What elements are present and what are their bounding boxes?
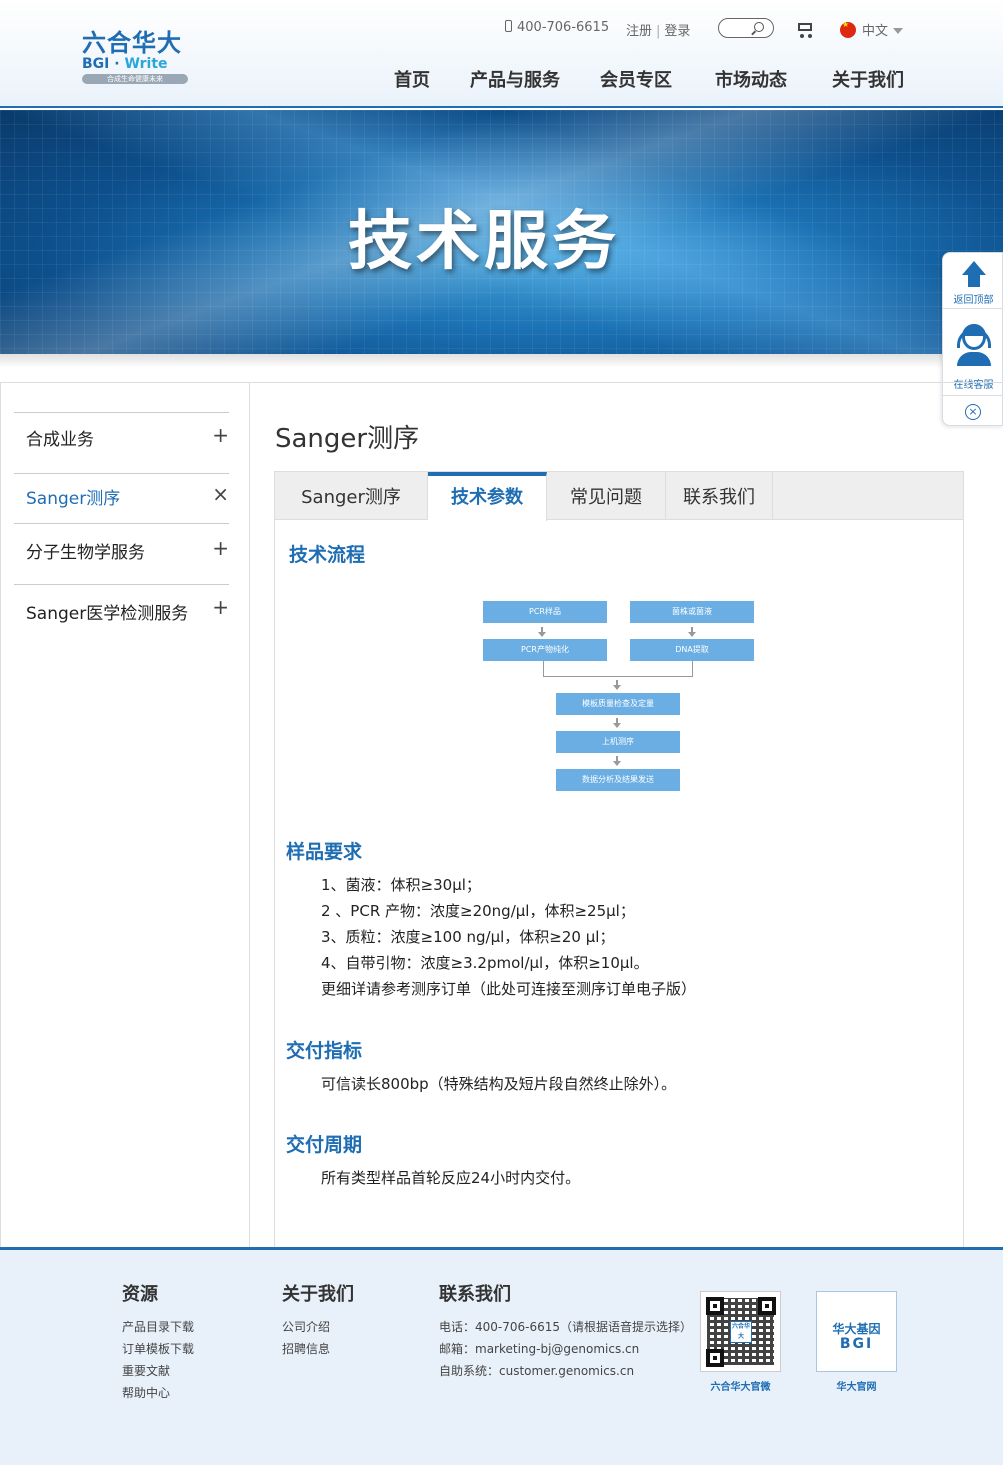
tab-sanger[interactable]: Sanger测序 xyxy=(275,472,428,520)
logo-write: Write xyxy=(124,56,168,72)
section-title-delivery: 交付指标 xyxy=(286,1040,363,1062)
footer-self-service[interactable]: 自助系统：customer.genomics.cn xyxy=(439,1362,634,1379)
footer-link-catalog[interactable]: 产品目录下载 xyxy=(122,1318,194,1335)
back-to-top-button[interactable]: 返回顶部 xyxy=(943,253,1003,309)
flow-step-pcr-purify: PCR产物纯化 xyxy=(483,639,607,661)
bgi-logo-en: BGI xyxy=(839,1336,874,1352)
arrow-down-icon xyxy=(613,756,621,766)
bgi-logo[interactable]: 华大基因 BGI xyxy=(816,1291,897,1372)
section-title-sample: 样品要求 xyxy=(286,841,363,863)
sample-requirement-line: 4、自带引物：浓度≥3.2pmol/μl，体积≥10μl。 xyxy=(321,954,649,972)
footer-contact-title: 联系我们 xyxy=(439,1284,511,1305)
logo-bgi: BGI xyxy=(82,56,110,72)
arrow-down-icon xyxy=(613,680,621,690)
customer-service-icon xyxy=(955,322,993,366)
flow-step-dna-extract: DNA提取 xyxy=(630,639,754,661)
close-icon[interactable]: × xyxy=(212,482,229,506)
sidebar-item-medical[interactable]: Sanger医学检测服务 + xyxy=(14,584,229,634)
flow-step-sequencing: 上机测序 xyxy=(556,731,680,753)
register-link[interactable]: 注册 xyxy=(626,24,652,39)
section-title-process: 技术流程 xyxy=(289,544,366,566)
sidebar-item-label: 分子生物学服务 xyxy=(26,543,145,563)
footer-phone: 电话：400-706-6615（请根据语音提示选择） xyxy=(439,1320,693,1334)
delivery-text: 可信读长800bp（特殊结构及短片段自然终止除外）。 xyxy=(321,1075,677,1093)
arrow-up-icon xyxy=(962,261,986,275)
tab-faq[interactable]: 常见问题 xyxy=(547,472,666,520)
sidebar-item-molecular[interactable]: 分子生物学服务 + xyxy=(14,523,229,583)
tab-contact[interactable]: 联系我们 xyxy=(666,472,773,520)
sidebar-item-label: 合成业务 xyxy=(26,430,94,450)
footer-about-title: 关于我们 xyxy=(282,1284,354,1305)
flow-step-pcr-sample: PCR样品 xyxy=(483,601,607,623)
content-panel: Sanger测序 技术参数 常见问题 联系我们 xyxy=(274,471,964,1248)
nav-market[interactable]: 市场动态 xyxy=(715,66,787,92)
flow-step-strain: 菌株或菌液 xyxy=(630,601,754,623)
qr-caption: 六合华大官微 xyxy=(710,1382,771,1393)
language-select[interactable]: 中文 xyxy=(840,20,904,40)
floating-toolbar: 返回顶部 在线客服 × xyxy=(942,252,1003,426)
sidebar-item-label: Sanger测序 xyxy=(26,489,121,509)
search-icon[interactable] xyxy=(754,22,764,32)
footer-link-help[interactable]: 帮助中心 xyxy=(122,1384,170,1401)
nav-products[interactable]: 产品与服务 xyxy=(470,66,560,92)
tab-bar: Sanger测序 技术参数 常见问题 联系我们 xyxy=(275,472,963,521)
footer-email[interactable]: 邮箱：marketing-bj@genomics.cn xyxy=(439,1340,639,1357)
china-flag-icon xyxy=(840,20,856,38)
cycle-text: 所有类型样品首轮反应24小时内交付。 xyxy=(321,1169,581,1187)
phone-icon xyxy=(505,20,512,32)
online-service-label: 在线客服 xyxy=(953,380,994,391)
flow-step-analysis: 数据分析及结果发送 xyxy=(556,769,680,791)
phone-text: 400-706-6615 xyxy=(517,20,610,35)
sidebar-item-synthesis[interactable]: 合成业务 + xyxy=(14,412,229,472)
close-icon[interactable]: × xyxy=(965,404,981,420)
online-service-button[interactable]: 在线客服 xyxy=(943,310,1003,396)
chevron-down-icon xyxy=(893,28,904,34)
site-logo[interactable]: 六合华大 BGI · Write 合成生命健康未来 xyxy=(82,30,192,88)
login-link[interactable]: 登录 xyxy=(664,24,690,39)
tab-tech-params[interactable]: 技术参数 xyxy=(428,472,547,521)
bgi-caption[interactable]: 华大官网 xyxy=(816,1378,897,1393)
site-header: 六合华大 BGI · Write 合成生命健康未来 400-706-6615 注… xyxy=(0,0,1003,108)
banner-title: 技术服务 xyxy=(348,205,620,279)
site-footer: 资源 产品目录下载 订单模板下载 重要文献 帮助中心 关于我们 公司介绍 招聘信… xyxy=(0,1247,1003,1465)
footer-link-literature[interactable]: 重要文献 xyxy=(122,1362,170,1379)
logo-en-text: BGI · Write xyxy=(82,56,168,72)
phone-number: 400-706-6615 xyxy=(505,20,609,40)
auth-links: 注册 | 登录 xyxy=(626,24,691,39)
cart-icon[interactable] xyxy=(795,20,815,38)
arrow-down-icon xyxy=(613,718,621,728)
flow-step-quality: 模板质量检查及定量 xyxy=(556,693,680,715)
sidebar-item-sanger[interactable]: Sanger测序 × xyxy=(14,473,229,523)
language-label: 中文 xyxy=(862,24,889,39)
sample-requirement-line: 1、菌液：体积≥30μl； xyxy=(321,876,481,894)
nav-members[interactable]: 会员专区 xyxy=(600,66,672,92)
plus-icon[interactable]: + xyxy=(212,423,229,447)
nav-home[interactable]: 首页 xyxy=(394,66,430,92)
back-to-top-label: 返回顶部 xyxy=(953,295,994,306)
page-title: Sanger测序 xyxy=(275,424,420,454)
wechat-qr-code: 六合华大 xyxy=(700,1291,781,1372)
bgi-logo-cn: 华大基因 xyxy=(832,1322,881,1336)
plus-icon[interactable]: + xyxy=(212,595,229,619)
search-input[interactable] xyxy=(718,18,774,38)
footer-link-company[interactable]: 公司介绍 xyxy=(282,1318,330,1335)
sample-requirement-line: 3、质粒：浓度≥100 ng/μl，体积≥20 μl； xyxy=(321,928,615,946)
footer-link-jobs[interactable]: 招聘信息 xyxy=(282,1340,330,1357)
footer-resources-title: 资源 xyxy=(122,1284,158,1305)
footer-link-templates[interactable]: 订单模板下载 xyxy=(122,1340,194,1357)
hero-banner: 技术服务 xyxy=(0,110,1003,354)
qr-center-logo: 六合华大 xyxy=(730,1321,752,1343)
logo-tagline: 合成生命健康未来 xyxy=(82,74,188,84)
arrow-down-icon xyxy=(688,627,696,637)
sidebar-item-label: Sanger医学检测服务 xyxy=(26,604,189,624)
section-title-cycle: 交付周期 xyxy=(286,1134,363,1156)
plus-icon[interactable]: + xyxy=(212,536,229,560)
logo-cn-text: 六合华大 xyxy=(82,29,182,57)
nav-about[interactable]: 关于我们 xyxy=(832,66,904,92)
sequencing-order-link[interactable]: 更细详请参考测序订单（此处可连接至测序订单电子版） xyxy=(321,978,696,999)
sample-requirement-line: 2 、PCR 产物：浓度≥20ng/μl，体积≥25μl； xyxy=(321,902,635,920)
arrow-down-icon xyxy=(538,627,546,637)
